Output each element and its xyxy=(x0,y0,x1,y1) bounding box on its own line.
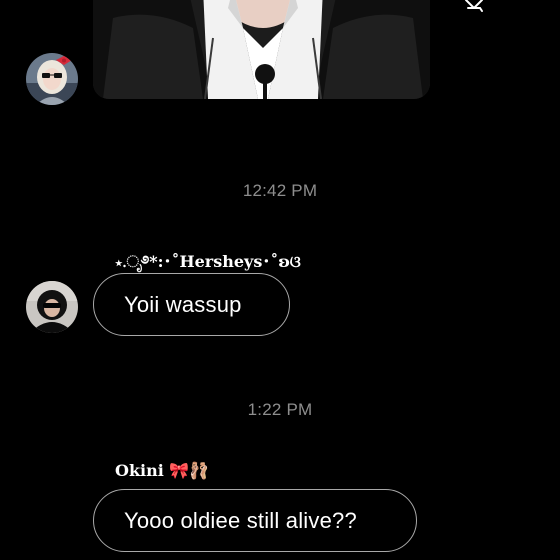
share-icon[interactable] xyxy=(460,0,488,16)
sender-name: Okini 🎀🩰 xyxy=(115,461,210,480)
shared-photo-message[interactable] xyxy=(93,0,430,99)
message-text: Yooo oldiee still alive?? xyxy=(124,507,357,533)
message-bubble[interactable]: Yoii wassup xyxy=(93,273,290,336)
timestamp: 1:22 PM xyxy=(247,400,313,419)
message-text: Yoii wassup xyxy=(124,291,242,317)
avatar[interactable] xyxy=(26,53,78,105)
timestamp: 12:42 PM xyxy=(242,181,318,200)
shared-photo-image xyxy=(93,0,430,99)
message-bubble[interactable]: Yooo oldiee still alive?? xyxy=(93,489,417,552)
avatar[interactable] xyxy=(26,281,78,333)
